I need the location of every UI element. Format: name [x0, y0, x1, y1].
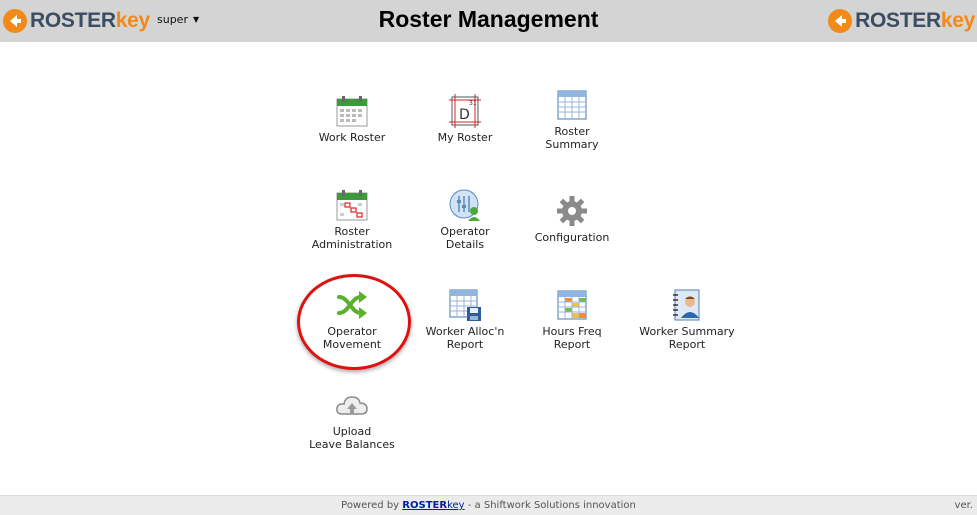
logo-text-key: key: [940, 9, 975, 32]
table-icon: [557, 90, 587, 120]
rosterkey-logo-right: ROSTER key: [827, 6, 975, 36]
logo-text-roster: ROSTER: [855, 9, 941, 32]
tile-label: Roster Summary: [545, 125, 599, 151]
footer-brand-roster: ROSTER: [402, 500, 448, 511]
table-save-icon: [449, 289, 481, 321]
tile-hours-freq-report[interactable]: Hours Freq Report: [517, 288, 627, 351]
tile-label: Operator Movement: [322, 325, 382, 351]
calendar-grid-icon: [336, 96, 368, 127]
tile-my-roster[interactable]: D 31 My Roster: [410, 94, 520, 144]
operator-details-icon: [449, 189, 480, 221]
colored-table-icon: [557, 290, 587, 320]
tile-configuration[interactable]: Configuration: [517, 194, 627, 244]
powered-by-text: Powered by: [341, 500, 400, 511]
tile-label: Roster Administration: [311, 225, 393, 251]
tile-label: Hours Freq Report: [542, 325, 602, 351]
tile-label: Configuration: [534, 231, 610, 244]
tile-label: Operator Details: [440, 225, 490, 251]
tile-upload-leave-balances[interactable]: Upload Leave Balances: [297, 388, 407, 451]
tile-label: My Roster: [437, 131, 493, 144]
tile-worker-allocn-report[interactable]: Worker Alloc'n Report: [410, 288, 520, 351]
tile-label: Work Roster: [318, 131, 386, 144]
tile-label: Upload Leave Balances: [309, 425, 395, 451]
tile-operator-movement[interactable]: Operator Movement: [297, 288, 407, 351]
footer-brand-key: key: [447, 500, 465, 511]
calendar-edit-icon: [336, 190, 368, 221]
tile-label: Worker Alloc'n Report: [425, 325, 505, 351]
tile-worker-summary-report[interactable]: Worker Summary Report: [632, 288, 742, 351]
tile-operator-details[interactable]: Operator Details: [410, 188, 520, 251]
tile-roster-summary[interactable]: Roster Summary: [517, 88, 627, 151]
day-calendar-icon: D 31: [449, 94, 481, 128]
gear-icon: [557, 196, 587, 226]
header-bar: ROSTER key super ▼ Roster Management ROST…: [0, 0, 977, 42]
tile-label: Worker Summary Report: [639, 325, 735, 351]
footer-bar: Powered by ROSTERkey - a Shiftwork Solut…: [0, 495, 977, 515]
notebook-person-icon: [673, 289, 700, 321]
version-label: ver.: [954, 500, 973, 511]
tile-work-roster[interactable]: Work Roster: [297, 94, 407, 144]
footer-credit: Powered by ROSTERkey - a Shiftwork Solut…: [0, 496, 977, 515]
rosterkey-footer-link[interactable]: ROSTERkey: [402, 500, 464, 511]
shuffle-arrows-icon: [337, 291, 367, 319]
tile-roster-administration[interactable]: Roster Administration: [297, 188, 407, 251]
svg-text:31: 31: [469, 100, 477, 107]
logo-mark-icon: [828, 9, 853, 33]
svg-text:D: D: [459, 107, 470, 123]
footer-tagline: - a Shiftwork Solutions innovation: [464, 500, 636, 511]
cloud-upload-icon: [336, 396, 368, 415]
